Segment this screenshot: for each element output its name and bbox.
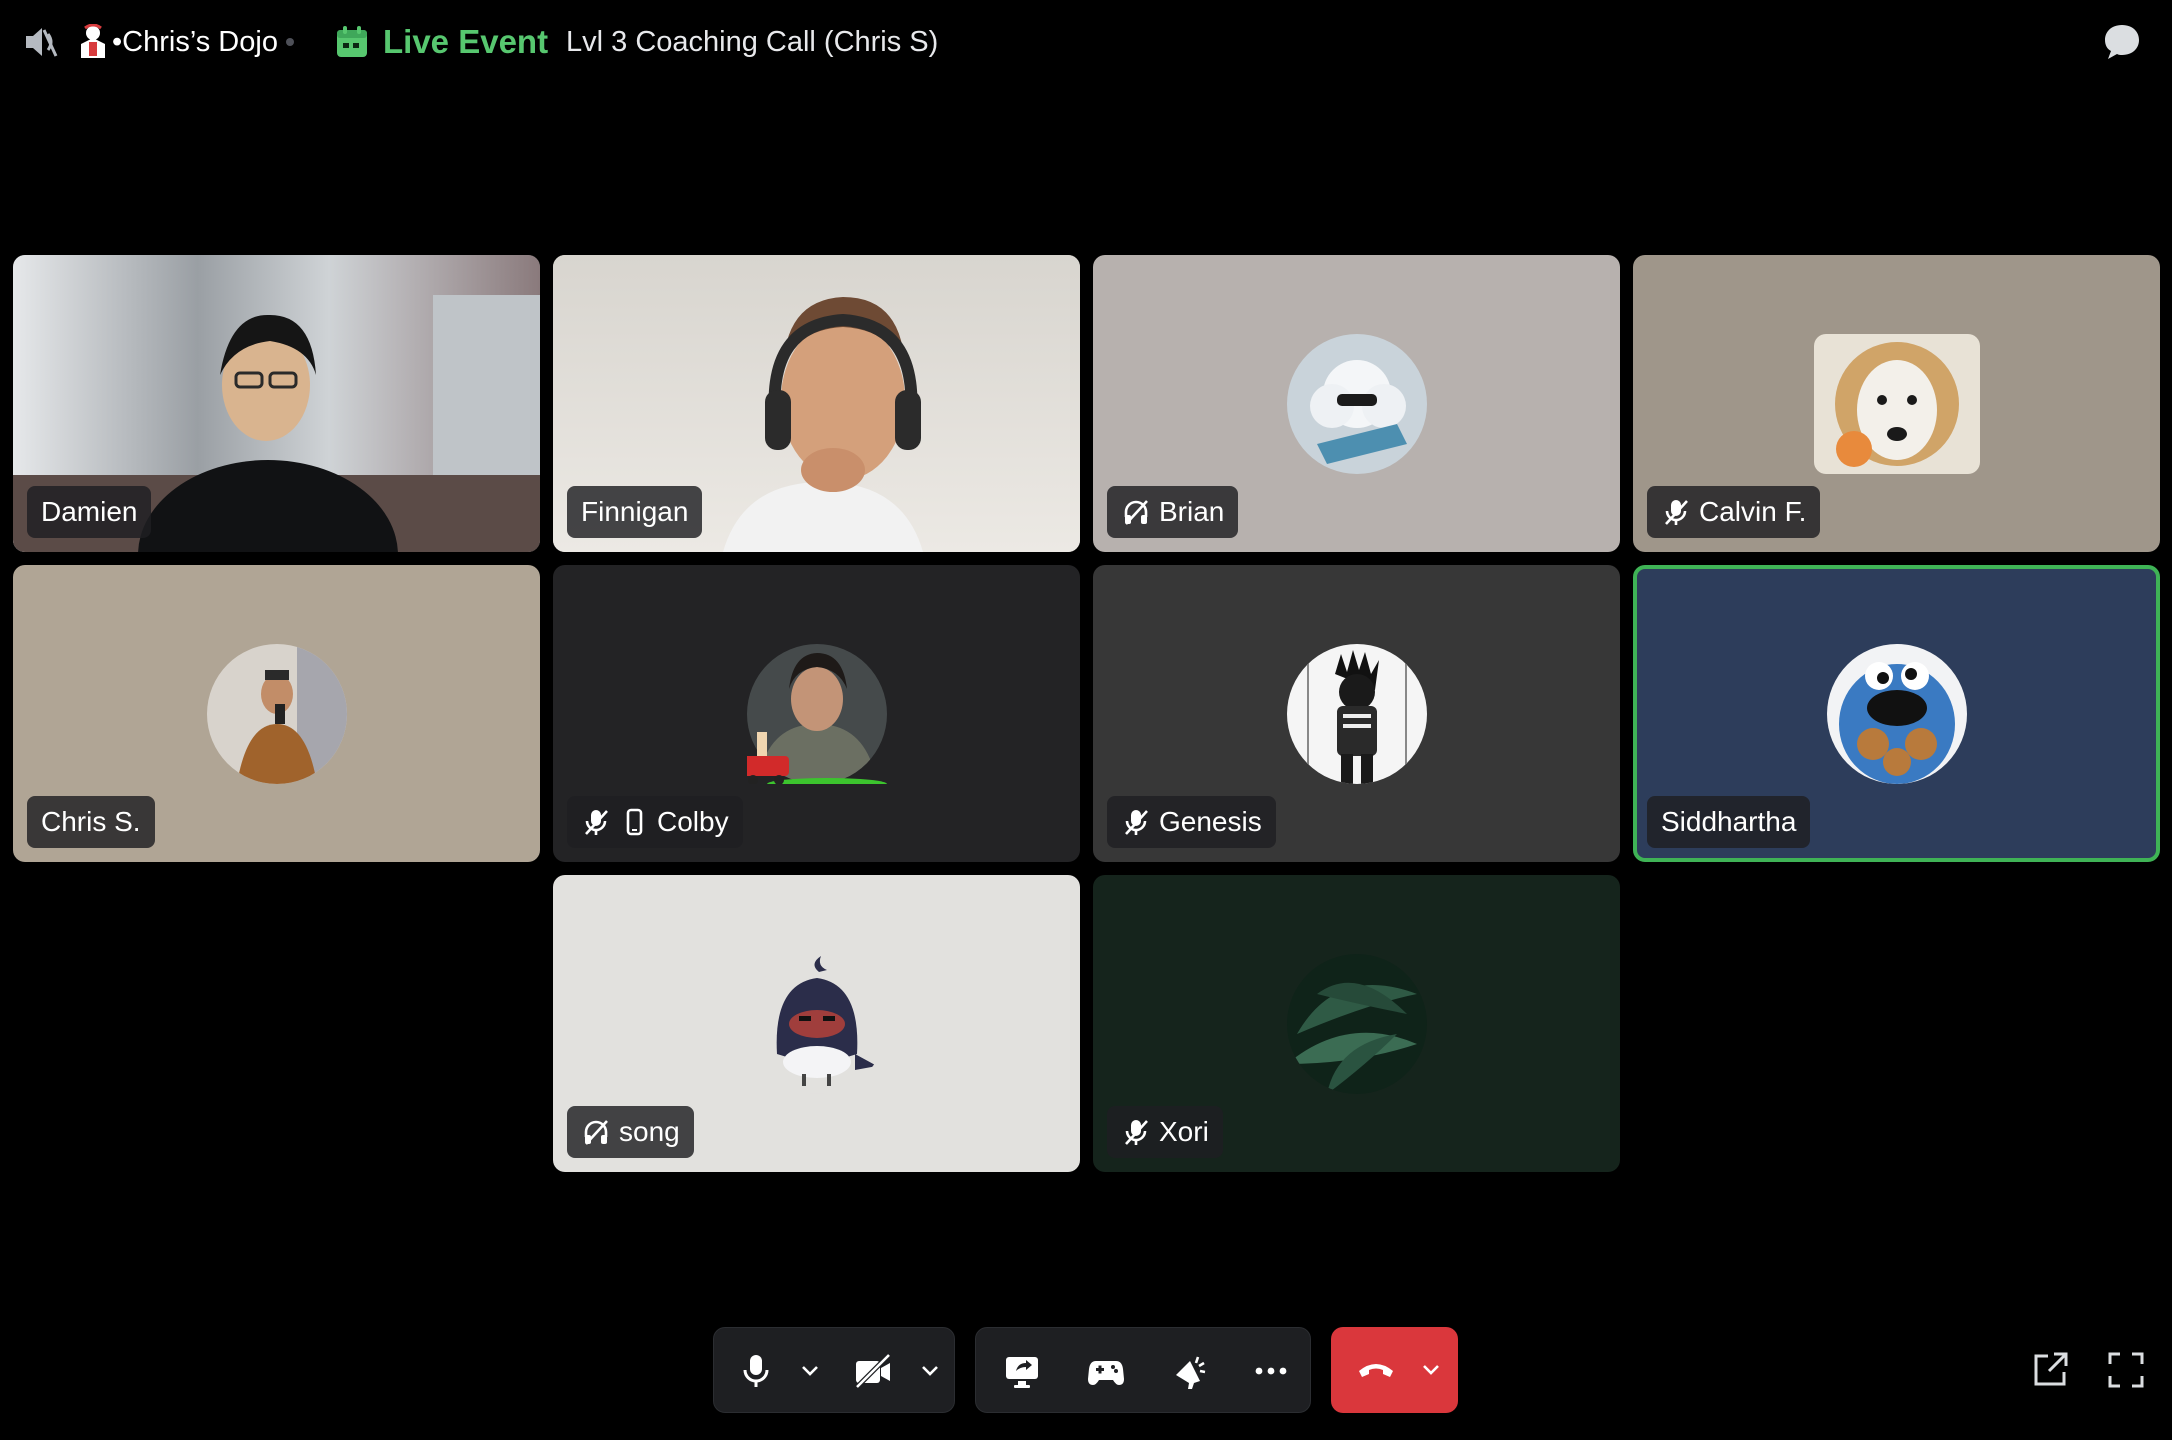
participant-name: Genesis [1159, 806, 1262, 837]
hangup-button[interactable] [1341, 1327, 1411, 1413]
avatar [1813, 333, 1980, 474]
participant-nametag: Colby [567, 796, 743, 848]
participant-tile-brian[interactable]: Brian [1093, 255, 1620, 552]
participant-nametag: Xori [1107, 1106, 1223, 1158]
muted-icon [1121, 1117, 1151, 1147]
activities-controller-icon [1088, 1355, 1124, 1387]
participant-name: Brian [1159, 496, 1225, 527]
disconnect-options-button[interactable] [1411, 1327, 1451, 1413]
participant-name: Damien [41, 496, 138, 527]
dojo-server-icon [76, 23, 110, 60]
participant-tile-colby[interactable]: Colby [553, 565, 1080, 862]
activities-button[interactable] [1068, 1328, 1144, 1414]
participant-name: Xori [1159, 1116, 1209, 1147]
participant-name: Colby [657, 806, 729, 837]
avatar [1826, 643, 1967, 784]
participant-nametag: Siddhartha [1647, 796, 1811, 848]
participant-nametag: Chris S. [27, 796, 155, 848]
more-button[interactable] [1236, 1328, 1306, 1414]
pop-out-button[interactable] [2030, 1350, 2070, 1390]
microphone-icon [741, 1353, 771, 1389]
deafened-icon [581, 1117, 611, 1147]
avatar [746, 953, 887, 1094]
fullscreen-icon [2106, 1352, 2146, 1394]
chevron-down-icon [800, 1364, 820, 1378]
avatar [746, 643, 887, 784]
separator-dot [286, 38, 294, 46]
participant-name: Chris S. [41, 806, 141, 837]
participant-tile-damien[interactable]: Damien [13, 255, 540, 552]
activity-controls [975, 1327, 1311, 1413]
participant-nametag: Brian [1107, 486, 1239, 538]
participant-tile-song[interactable]: song [553, 875, 1080, 1172]
voice-call-window: •Chris’s Dojo Live Event Lvl 3 Coaching … [0, 0, 2172, 1440]
live-event-label[interactable]: Live Event [383, 20, 548, 64]
participant-name: Calvin F. [1699, 496, 1807, 527]
microphone-options-button[interactable] [790, 1328, 830, 1414]
screen-share-button[interactable] [984, 1328, 1060, 1414]
pop-out-icon [2030, 1352, 2070, 1394]
deafened-icon [1121, 497, 1151, 527]
participant-nametag: song [567, 1106, 694, 1158]
soundboard-button[interactable] [1152, 1328, 1228, 1414]
more-icon [1254, 1366, 1288, 1376]
chevron-down-icon [1421, 1363, 1441, 1377]
speaker-muted-icon[interactable] [22, 24, 62, 60]
camera-off-icon [853, 1353, 893, 1389]
avatar [1286, 333, 1427, 474]
event-title[interactable]: Lvl 3 Coaching Call (Chris S) [566, 22, 938, 62]
participant-tile-chris[interactable]: Chris S. [13, 565, 540, 862]
muted-icon [1121, 807, 1151, 837]
participant-name: Finnigan [581, 496, 689, 527]
participant-name: song [619, 1116, 680, 1147]
participant-nametag: Genesis [1107, 796, 1276, 848]
participant-nametag: Calvin F. [1647, 486, 1821, 538]
call-header: •Chris’s Dojo Live Event Lvl 3 Coaching … [0, 0, 2172, 84]
participant-tile-xori[interactable]: Xori [1093, 875, 1620, 1172]
participant-nametag: Damien [27, 486, 152, 538]
participant-tile-finnigan[interactable]: Finnigan [553, 255, 1080, 552]
camera-options-button[interactable] [910, 1328, 950, 1414]
participant-tile-genesis[interactable]: Genesis [1093, 565, 1620, 862]
muted-icon [581, 807, 611, 837]
camera-button[interactable] [838, 1328, 908, 1414]
avatar [1286, 643, 1427, 784]
mobile-icon [619, 807, 649, 837]
chat-bubble-icon[interactable] [2102, 22, 2142, 62]
participant-tile-siddhartha[interactable]: Siddhartha [1633, 565, 2160, 862]
soundboard-icon [1172, 1353, 1208, 1389]
participant-tile-calvin[interactable]: Calvin F. [1633, 255, 2160, 552]
participant-nametag: Finnigan [567, 486, 703, 538]
muted-icon [1661, 497, 1691, 527]
avatar [206, 643, 347, 784]
hangup-icon [1356, 1359, 1396, 1381]
calendar-icon [334, 24, 370, 60]
chevron-down-icon [920, 1364, 940, 1378]
microphone-button[interactable] [724, 1328, 788, 1414]
fullscreen-button[interactable] [2106, 1350, 2146, 1390]
participant-name: Siddhartha [1661, 806, 1797, 837]
avatar [1286, 953, 1427, 1094]
disconnect-button[interactable] [1331, 1327, 1458, 1413]
channel-name[interactable]: •Chris’s Dojo [112, 22, 278, 62]
audio-video-controls [713, 1327, 955, 1413]
screen-share-icon [1004, 1353, 1040, 1389]
